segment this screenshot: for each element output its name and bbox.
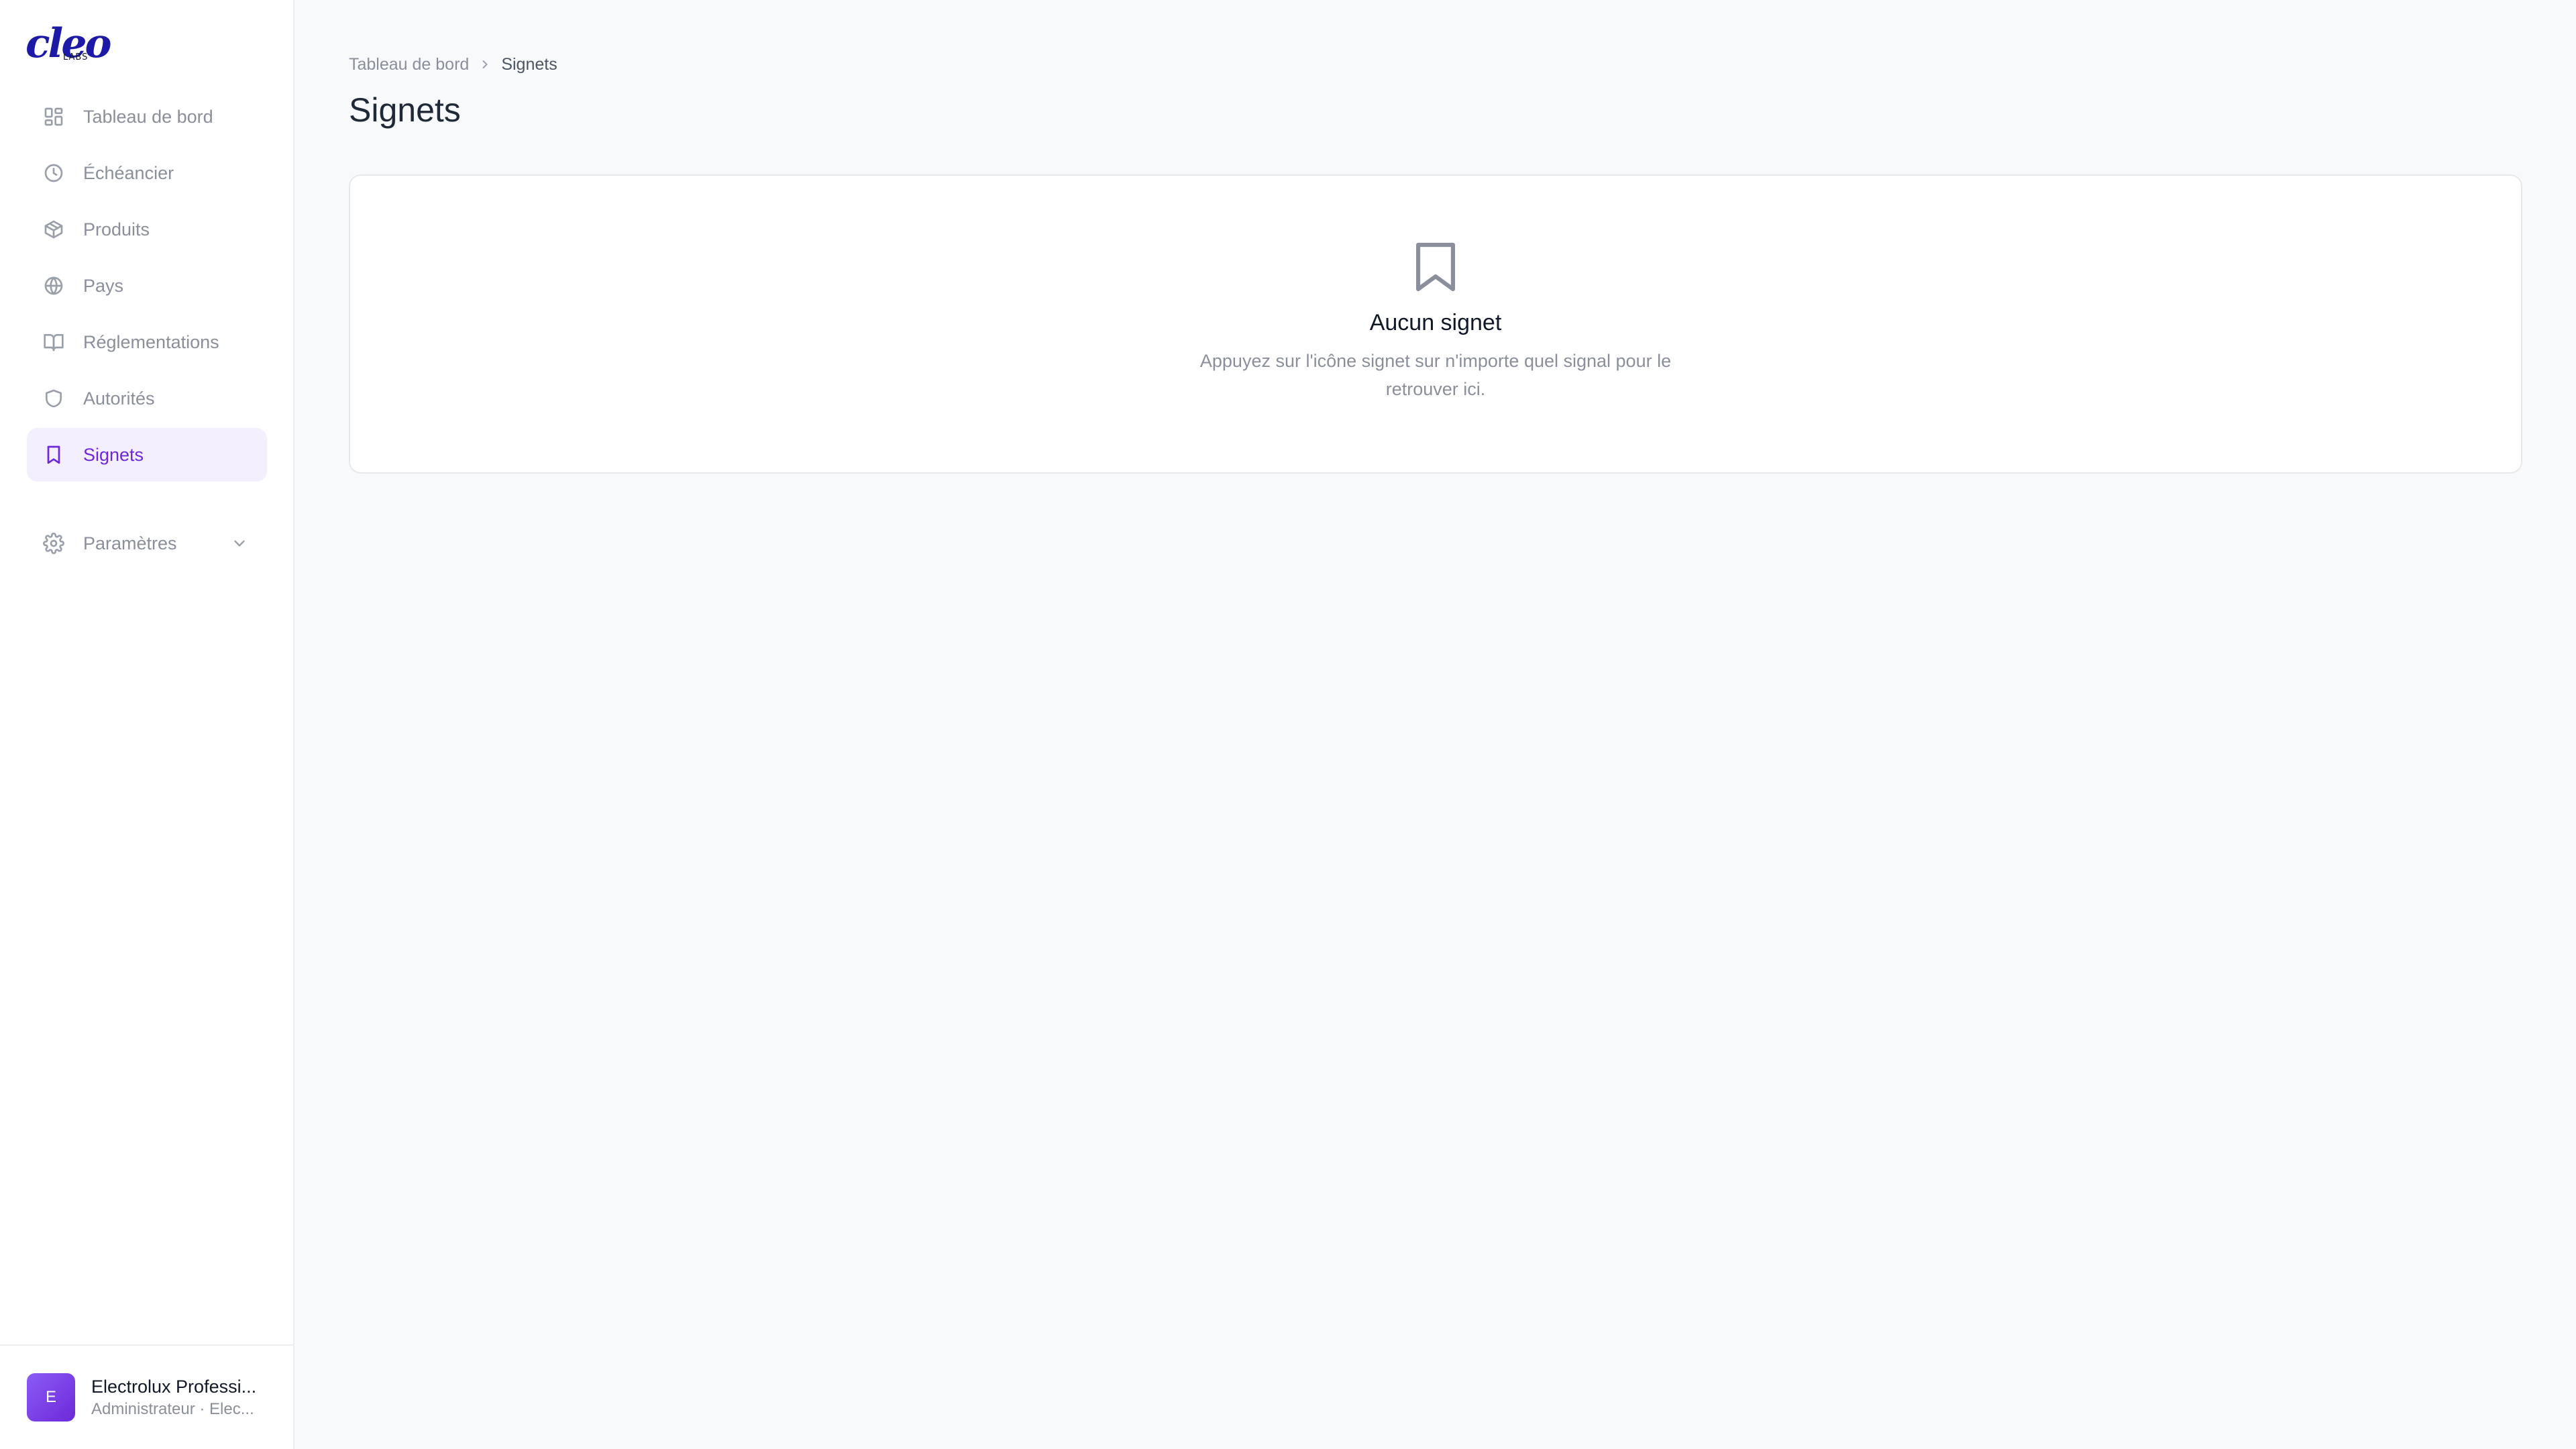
gear-icon [43,533,64,554]
book-icon [43,331,64,353]
chevron-right-icon [477,56,493,72]
avatar: E [27,1373,75,1421]
globe-icon [43,275,64,297]
bookmark-icon [43,444,64,466]
breadcrumb-link-tableau-de-bord[interactable]: Tableau de bord [349,55,469,74]
sidebar-item-label: Paramètres [83,533,177,553]
sidebar-item-autorites[interactable]: Autorités [27,372,267,425]
sidebar-item-label: Pays [83,275,124,296]
page-title: Signets [349,91,461,129]
sidebar-item-echeancier[interactable]: Échéancier [27,146,267,200]
user-account-menu[interactable]: E Electrolux Professi... Administrateur … [0,1344,293,1449]
empty-state-title: Aucun signet [1369,310,1502,335]
breadcrumb: Tableau de bord Signets [349,52,557,76]
sidebar-item-parametres[interactable]: Paramètres [27,517,267,570]
clock-icon [43,162,64,184]
sidebar-item-label: Réglementations [83,331,219,352]
sidebar-item-label: Échéancier [83,162,174,183]
sidebar-item-label: Autorités [83,388,155,409]
sidebar-item-pays[interactable]: Pays [27,259,267,313]
empty-state: Aucun signet Appuyez sur l'icône signet … [350,241,2521,403]
user-info: Electrolux Professi... Administrateur · … [91,1375,267,1420]
sidebar-settings-section: Paramètres [27,517,267,573]
breadcrumb-current: Signets [501,54,557,74]
user-role: Administrateur · Elec... [91,1400,254,1418]
sidebar-item-label: Produits [83,219,150,239]
sidebar-item-label: Signets [83,444,144,465]
logo[interactable]: cleo LABS [25,20,112,67]
sidebar-item-label: Tableau de bord [83,106,213,127]
bookmark-icon [1413,241,1458,296]
dashboard-icon [43,106,64,127]
sidebar: cleo LABS Tableau de bord Échéancier Pro… [0,0,294,1449]
package-icon [43,219,64,240]
sidebar-nav: Tableau de bord Échéancier Produits Pays [27,90,267,484]
shield-icon [43,388,64,409]
sidebar-item-produits[interactable]: Produits [27,203,267,256]
empty-state-description: Appuyez sur l'icône signet sur n'importe… [1199,351,1672,399]
chevron-down-icon[interactable] [231,535,248,552]
main-content: Tableau de bord Signets Signets Aucun si… [294,0,2576,1449]
logo-subtitle: LABS [63,52,89,62]
sidebar-item-tableau-de-bord[interactable]: Tableau de bord [27,90,267,144]
app: cleo LABS Tableau de bord Échéancier Pro… [0,0,2576,1449]
user-name: Electrolux Professi... [91,1377,257,1397]
empty-state-card: Aucun signet Appuyez sur l'icône signet … [349,174,2522,474]
sidebar-item-reglementations[interactable]: Réglementations [27,315,267,369]
sidebar-item-signets[interactable]: Signets [27,428,267,482]
